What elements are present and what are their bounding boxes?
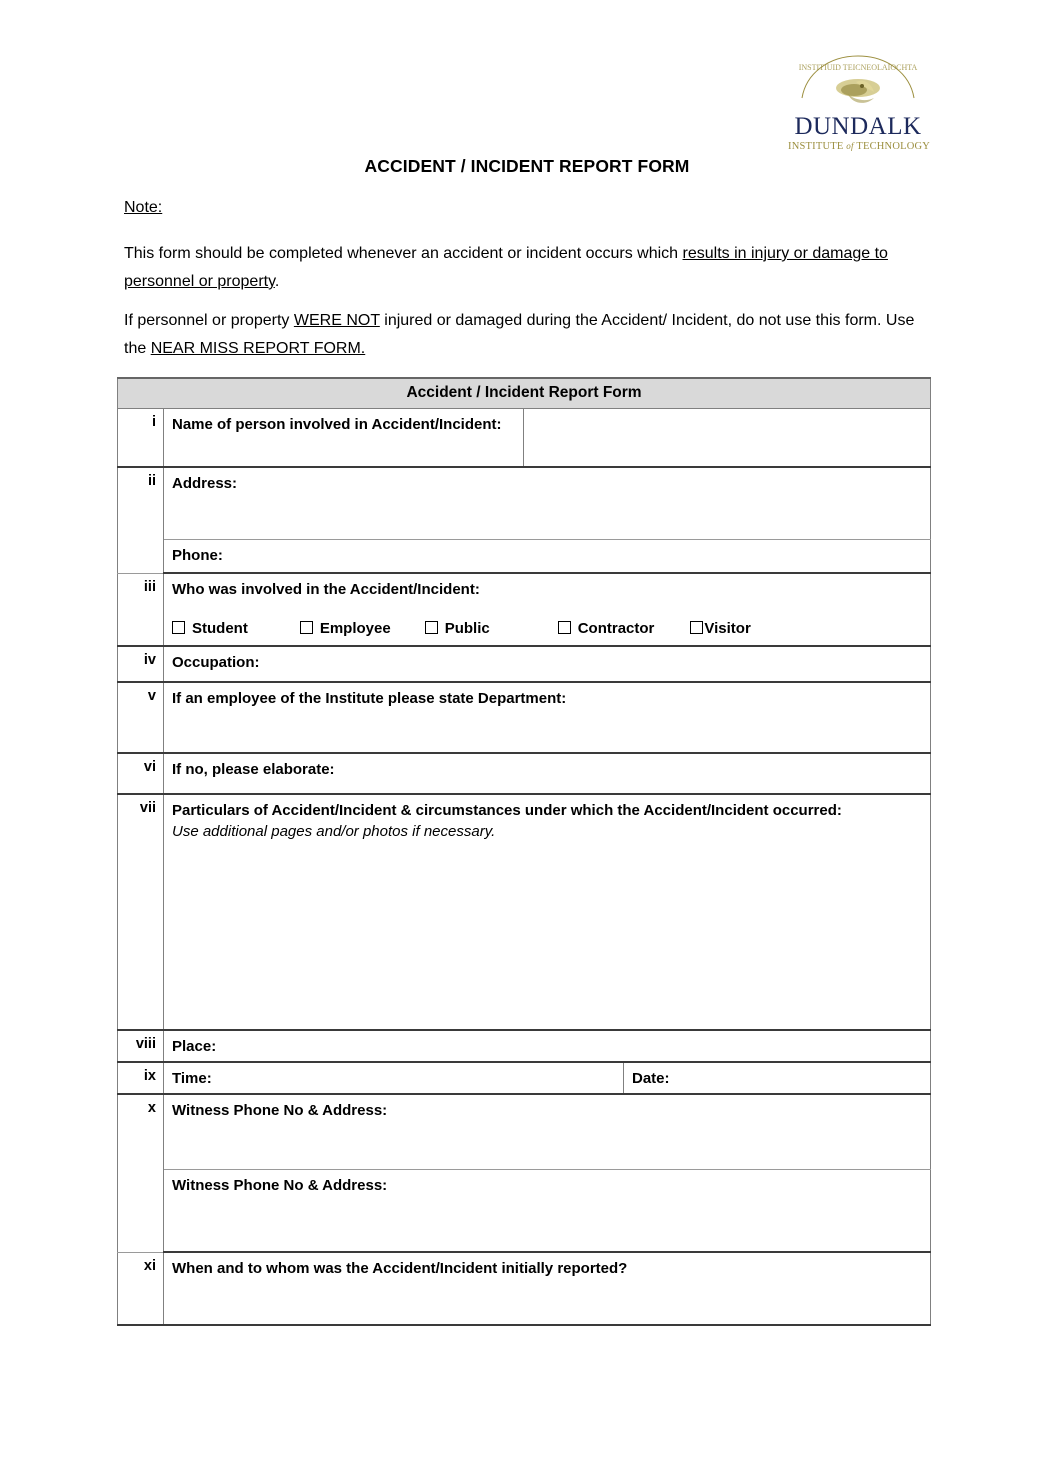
- table-row-ii: ii Address:: [117, 466, 932, 574]
- row-label-place[interactable]: Place:: [162, 1029, 932, 1063]
- table-row-vii: vii Particulars of Accident/Incident & c…: [117, 793, 932, 1031]
- row-label-occupation[interactable]: Occupation:: [162, 645, 932, 683]
- checkbox-public[interactable]: Public: [424, 620, 490, 637]
- table-row-vi: vi If no, please elaborate:: [117, 752, 932, 795]
- checkbox-label-contractor: Contractor: [577, 620, 655, 637]
- accident-incident-report-table: Accident / Incident Report Form i Name o…: [116, 377, 932, 1326]
- checkbox-label-public: Public: [444, 620, 490, 637]
- note-heading: Note:: [124, 199, 162, 217]
- row-numeral-ix: ix: [117, 1061, 164, 1095]
- row-label-time[interactable]: Time:: [163, 1061, 624, 1095]
- row-label-initially-reported[interactable]: When and to whom was the Accident/Incide…: [162, 1251, 932, 1326]
- logo-subtitle-of: of: [846, 141, 854, 151]
- logo-wordmark: DUNDALK: [794, 113, 922, 140]
- checkbox-box-icon[interactable]: [557, 621, 571, 634]
- row-numeral-iv: iv: [117, 645, 164, 683]
- row-label-particulars-main: Particulars of Accident/Incident & circu…: [172, 802, 842, 819]
- logo-subtitle: INSTITUTE of TECHNOLOGY: [788, 141, 931, 153]
- checkbox-label-student: Student: [192, 620, 248, 637]
- checkbox-box-icon[interactable]: [299, 621, 313, 634]
- row-numeral-vii: vii: [117, 793, 164, 1031]
- row-numeral-v: v: [117, 681, 164, 754]
- page-title: ACCIDENT / INCIDENT REPORT FORM: [364, 156, 690, 176]
- table-row-ix: ix Time: Date:: [117, 1061, 932, 1095]
- row-label-witness-2[interactable]: Witness Phone No & Address:: [162, 1169, 932, 1253]
- logo-subtitle-institute: INSTITUTE: [788, 141, 844, 152]
- checkbox-contractor[interactable]: Contractor: [557, 620, 655, 637]
- row-input-name-of-person[interactable]: [522, 408, 932, 468]
- row-numeral-vi: vi: [117, 752, 164, 795]
- row-label-who-was-involved: Who was involved in the Accident/Inciden…: [172, 581, 480, 598]
- checkbox-student[interactable]: Student: [172, 620, 248, 637]
- involved-party-checkbox-group: Student Employee Public Contractor Visitor: [164, 604, 930, 645]
- logo-subtitle-technology: TECHNOLOGY: [856, 141, 931, 152]
- row-numeral-x: x: [117, 1093, 164, 1253]
- table-header-row: Accident / Incident Report Form: [116, 377, 932, 409]
- table-title: Accident / Incident Report Form: [116, 377, 932, 409]
- checkbox-box-icon[interactable]: [424, 621, 438, 634]
- row-numeral-iii: iii: [117, 572, 164, 647]
- row-label-witness-1[interactable]: Witness Phone No & Address:: [162, 1093, 932, 1170]
- table-row-x: x Witness Phone No & Address:: [117, 1093, 932, 1253]
- checkbox-employee[interactable]: Employee: [299, 620, 391, 637]
- row-cell-who-was-involved: Who was involved in the Accident/Inciden…: [162, 572, 932, 647]
- institute-logo: INSTITIUID TEICNEOLAIOCHTA DUNDALK INSTI…: [788, 48, 931, 153]
- checkbox-box-icon[interactable]: [172, 621, 185, 634]
- row-numeral-xi: xi: [117, 1251, 164, 1326]
- note-paragraph-1-pre: This form should be completed whenever a…: [124, 245, 683, 262]
- checkbox-label-employee: Employee: [319, 620, 391, 637]
- svg-text:INSTITIUID TEICNEOLAIOCHTA: INSTITIUID TEICNEOLAIOCHTA: [799, 63, 918, 72]
- note-paragraph-2-emphasis-1: WERE NOT: [293, 312, 380, 329]
- table-row-v: v If an employee of the Institute please…: [117, 681, 932, 754]
- row-label-department[interactable]: If an employee of the Institute please s…: [162, 681, 932, 754]
- row-label-particulars-sub: Use additional pages and/or photos if ne…: [172, 823, 496, 840]
- note-paragraph-2-emphasis-2: NEAR MISS REPORT FORM.: [150, 340, 366, 357]
- row-label-date[interactable]: Date:: [622, 1061, 932, 1095]
- table-row-i: i Name of person involved in Accident/In…: [117, 408, 932, 468]
- table-row-phone: Phone:: [118, 539, 932, 574]
- note-paragraph-2-pre: If personnel or property: [124, 312, 294, 329]
- row-numeral-viii: viii: [117, 1029, 164, 1063]
- checkbox-visitor[interactable]: Visitor: [690, 620, 751, 637]
- document-page: INSTITIUID TEICNEOLAIOCHTA DUNDALK INSTI…: [0, 0, 1048, 1482]
- row-numeral-i: i: [117, 408, 164, 468]
- note-paragraph-2: If personnel or property WERE NOT injure…: [124, 307, 924, 363]
- table-row-iii: iii Who was involved in the Accident/Inc…: [117, 572, 932, 647]
- note-paragraph-1: This form should be completed whenever a…: [124, 240, 924, 296]
- checkbox-box-icon[interactable]: [690, 621, 704, 634]
- table-row-viii: viii Place:: [117, 1029, 932, 1063]
- row-label-particulars[interactable]: Particulars of Accident/Incident & circu…: [162, 793, 932, 1031]
- note-paragraph-1-post: .: [274, 273, 280, 290]
- row-label-address[interactable]: Address:: [162, 466, 932, 540]
- checkbox-label-visitor: Visitor: [704, 620, 751, 637]
- row-numeral-ii: ii: [117, 466, 164, 574]
- table-row-iv: iv Occupation:: [117, 645, 932, 683]
- note-heading-text: Note:: [124, 199, 163, 216]
- row-label-name-of-person: Name of person involved in Accident/Inci…: [163, 408, 524, 468]
- table-row-witness-2: Witness Phone No & Address:: [118, 1169, 932, 1253]
- table-row-xi: xi When and to whom was the Accident/Inc…: [117, 1251, 932, 1326]
- row-label-phone[interactable]: Phone:: [162, 539, 932, 574]
- row-label-elaborate[interactable]: If no, please elaborate:: [162, 752, 932, 795]
- dundalk-crest-icon: INSTITIUID TEICNEOLAIOCHTA: [788, 48, 928, 116]
